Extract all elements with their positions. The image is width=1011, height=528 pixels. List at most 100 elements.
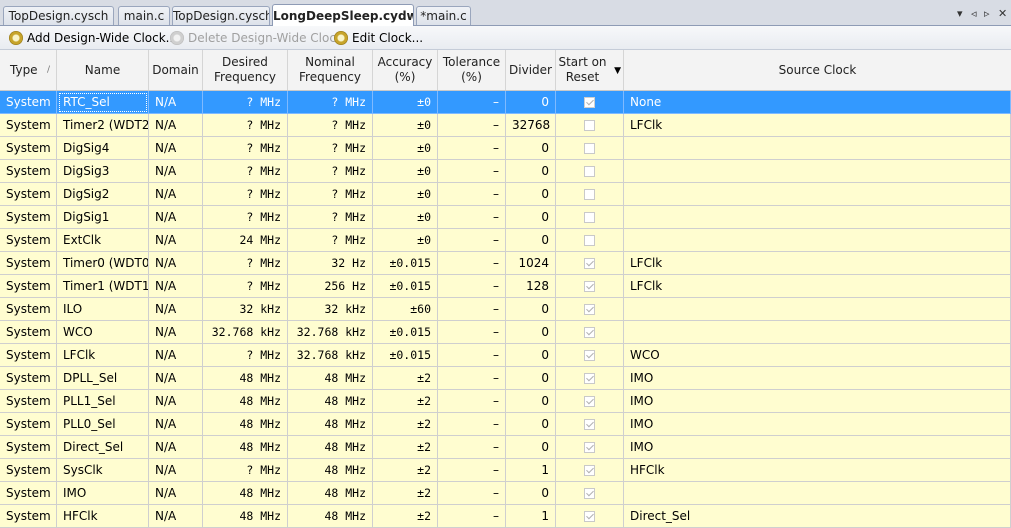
cell-desired-frequency[interactable]: ? MHz — [203, 91, 288, 114]
cell-tolerance[interactable]: – — [438, 367, 506, 390]
cell-divider[interactable]: 0 — [506, 413, 556, 436]
start-on-reset-checkbox[interactable] — [584, 120, 595, 131]
cell-nominal-frequency[interactable]: 32.768 kHz — [288, 344, 373, 367]
cell-divider[interactable]: 0 — [506, 206, 556, 229]
cell-nominal-frequency[interactable]: ? MHz — [288, 160, 373, 183]
cell-desired-frequency[interactable]: ? MHz — [203, 114, 288, 137]
cell-domain[interactable]: N/A — [149, 505, 203, 528]
cell-source-clock[interactable] — [624, 137, 1011, 160]
cell-domain[interactable]: N/A — [149, 298, 203, 321]
tab-dropdown-icon[interactable]: ▾ — [957, 7, 963, 20]
table-row[interactable]: System Timer0 (WDT0) N/A? MHz 32 Hz ±0.015–1… — [0, 252, 1011, 275]
cell-domain[interactable]: N/A — [149, 252, 203, 275]
cell-nominal-frequency[interactable]: 32 Hz — [288, 252, 373, 275]
cell-name[interactable]: ExtClk — [57, 229, 149, 252]
cell-nominal-frequency[interactable]: ? MHz — [288, 137, 373, 160]
column-header-domain[interactable]: Domain — [149, 50, 203, 90]
start-on-reset-checkbox[interactable] — [584, 97, 595, 108]
cell-divider[interactable]: 0 — [506, 229, 556, 252]
cell-name[interactable]: Timer2 (WDT2) — [57, 114, 149, 137]
cell-type[interactable]: System — [0, 367, 57, 390]
table-row[interactable]: System DigSig1 N/A? MHz? MHz ±0–0 — [0, 206, 1011, 229]
cell-source-clock[interactable]: None — [624, 91, 1011, 114]
cell-tolerance[interactable]: – — [438, 137, 506, 160]
tab-longdeepsleep-cydwr[interactable]: LongDeepSleep.cydwr — [272, 4, 414, 26]
cell-start-on-reset[interactable] — [556, 91, 624, 114]
cell-tolerance[interactable]: – — [438, 321, 506, 344]
column-header-source-clock[interactable]: Source Clock — [624, 50, 1011, 90]
cell-nominal-frequency[interactable]: ? MHz — [288, 229, 373, 252]
cell-source-clock[interactable]: LFClk — [624, 114, 1011, 137]
cell-type[interactable]: System — [0, 91, 57, 114]
cell-nominal-frequency[interactable]: ? MHz — [288, 91, 373, 114]
cell-name[interactable]: RTC_Sel — [57, 91, 149, 114]
cell-desired-frequency[interactable]: ? MHz — [203, 137, 288, 160]
cell-start-on-reset[interactable] — [556, 229, 624, 252]
cell-type[interactable]: System — [0, 436, 57, 459]
cell-divider[interactable]: 1024 — [506, 252, 556, 275]
cell-start-on-reset[interactable] — [556, 321, 624, 344]
column-header-accuracy[interactable]: Accuracy (%) — [373, 50, 438, 90]
table-row[interactable]: System PLL1_Sel N/A 48 MHz 48 MHz ±2–0 IMO — [0, 390, 1011, 413]
table-row[interactable]: System Timer1 (WDT1) N/A? MHz 256 Hz ±0.015–… — [0, 275, 1011, 298]
table-row[interactable]: System LFClk N/A? MHz 32.768 kHz ±0.015–0 WCO — [0, 344, 1011, 367]
cell-name[interactable]: DigSig2 — [57, 183, 149, 206]
table-row[interactable]: System ILO N/A 32 kHz 32 kHz ±60–0 — [0, 298, 1011, 321]
column-header-desired-frequency[interactable]: Desired Frequency — [203, 50, 288, 90]
cell-start-on-reset[interactable] — [556, 298, 624, 321]
cell-desired-frequency[interactable]: 48 MHz — [203, 436, 288, 459]
cell-start-on-reset[interactable] — [556, 482, 624, 505]
cell-start-on-reset[interactable] — [556, 206, 624, 229]
cell-tolerance[interactable]: – — [438, 436, 506, 459]
cell-type[interactable]: System — [0, 321, 57, 344]
cell-name[interactable]: PLL1_Sel — [57, 390, 149, 413]
cell-divider[interactable]: 0 — [506, 160, 556, 183]
cell-start-on-reset[interactable] — [556, 252, 624, 275]
column-header-type[interactable]: Type / — [0, 50, 57, 90]
cell-source-clock[interactable]: LFClk — [624, 252, 1011, 275]
cell-desired-frequency[interactable]: 48 MHz — [203, 505, 288, 528]
cell-source-clock[interactable] — [624, 206, 1011, 229]
cell-start-on-reset[interactable] — [556, 137, 624, 160]
cell-desired-frequency[interactable]: 24 MHz — [203, 229, 288, 252]
cell-start-on-reset[interactable] — [556, 367, 624, 390]
cell-tolerance[interactable]: – — [438, 114, 506, 137]
cell-source-clock[interactable]: IMO — [624, 367, 1011, 390]
cell-type[interactable]: System — [0, 252, 57, 275]
tab-topdesign-cysch-2[interactable]: TopDesign.cysch — [172, 6, 270, 25]
cell-domain[interactable]: N/A — [149, 482, 203, 505]
cell-domain[interactable]: N/A — [149, 459, 203, 482]
cell-domain[interactable]: N/A — [149, 275, 203, 298]
cell-domain[interactable]: N/A — [149, 114, 203, 137]
start-on-reset-checkbox[interactable] — [584, 304, 595, 315]
cell-type[interactable]: System — [0, 275, 57, 298]
cell-type[interactable]: System — [0, 482, 57, 505]
cell-source-clock[interactable] — [624, 160, 1011, 183]
cell-nominal-frequency[interactable]: 48 MHz — [288, 390, 373, 413]
tab-close-icon[interactable]: ✕ — [998, 7, 1007, 20]
cell-accuracy[interactable]: ±0.015 — [373, 344, 438, 367]
cell-source-clock[interactable]: IMO — [624, 413, 1011, 436]
cell-source-clock[interactable]: IMO — [624, 390, 1011, 413]
start-on-reset-checkbox[interactable] — [584, 511, 595, 522]
add-design-wide-clock-button[interactable]: Add Design-Wide Clock... — [9, 29, 177, 47]
cell-source-clock[interactable] — [624, 321, 1011, 344]
cell-source-clock[interactable]: WCO — [624, 344, 1011, 367]
cell-accuracy[interactable]: ±2 — [373, 413, 438, 436]
cell-domain[interactable]: N/A — [149, 137, 203, 160]
cell-accuracy[interactable]: ±2 — [373, 436, 438, 459]
cell-name[interactable]: IMO — [57, 482, 149, 505]
cell-divider[interactable]: 32768 — [506, 114, 556, 137]
cell-accuracy[interactable]: ±0 — [373, 160, 438, 183]
cell-accuracy[interactable]: ±0 — [373, 183, 438, 206]
start-on-reset-checkbox[interactable] — [584, 166, 595, 177]
cell-nominal-frequency[interactable]: 256 Hz — [288, 275, 373, 298]
cell-nominal-frequency[interactable]: 48 MHz — [288, 459, 373, 482]
cell-name[interactable]: Direct_Sel — [57, 436, 149, 459]
cell-domain[interactable]: N/A — [149, 183, 203, 206]
cell-divider[interactable]: 0 — [506, 137, 556, 160]
cell-domain[interactable]: N/A — [149, 206, 203, 229]
start-on-reset-checkbox[interactable] — [584, 281, 595, 292]
cell-start-on-reset[interactable] — [556, 459, 624, 482]
cell-divider[interactable]: 0 — [506, 482, 556, 505]
